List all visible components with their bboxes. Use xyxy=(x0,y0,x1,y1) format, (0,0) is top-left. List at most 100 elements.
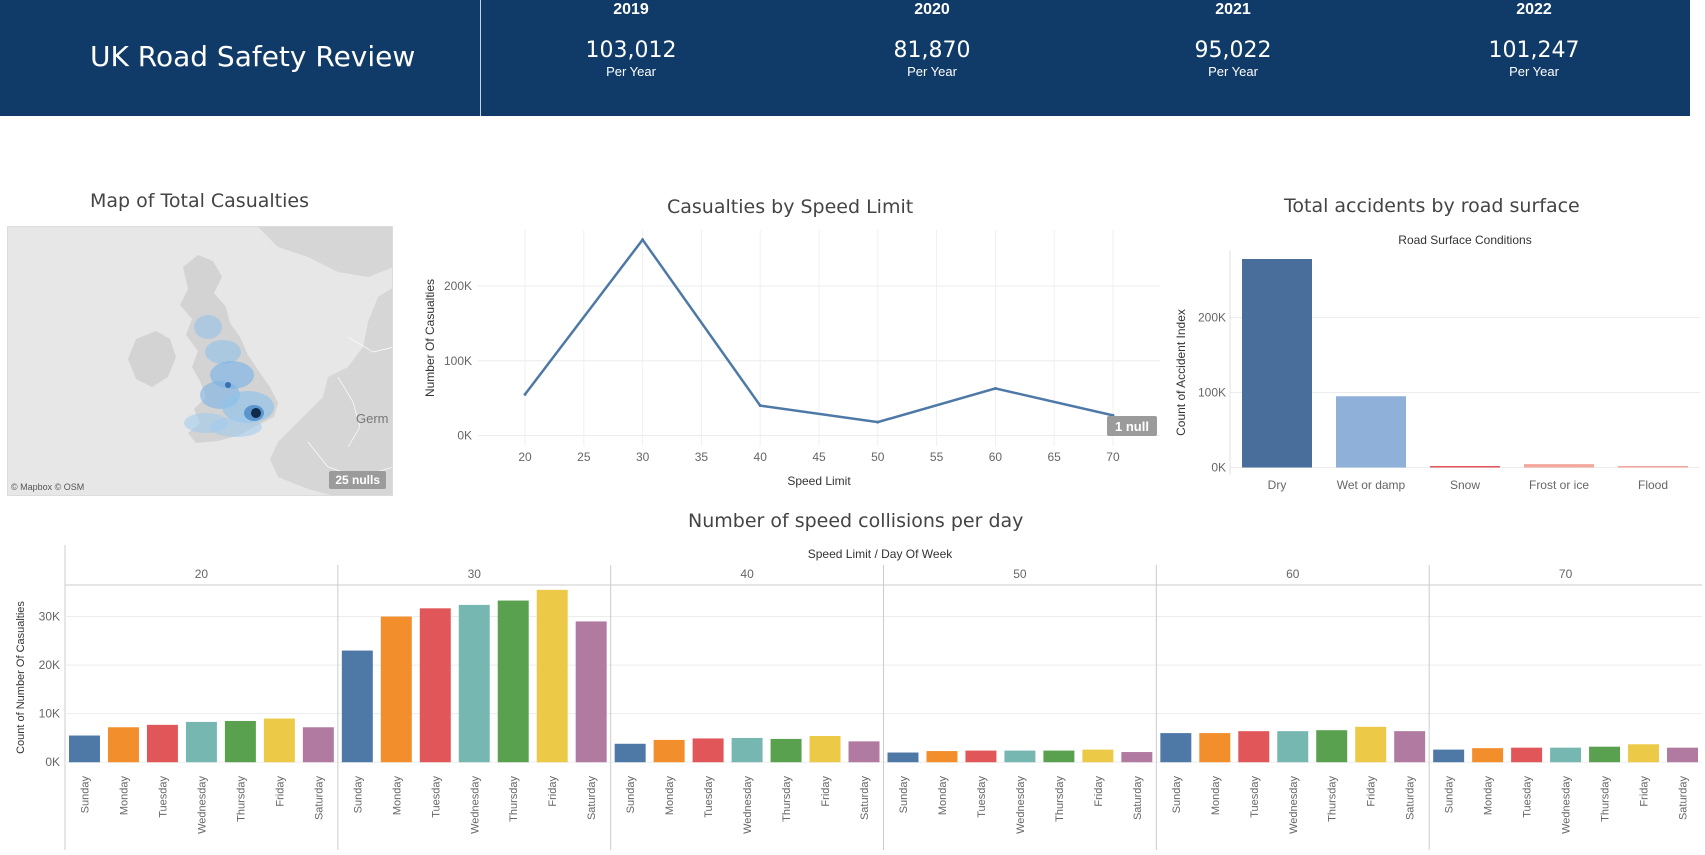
day-x-tick-label: Monday xyxy=(1210,776,1222,816)
day-x-tick-label: Saturday xyxy=(1132,776,1144,821)
surface-bar-wet-or-damp xyxy=(1336,396,1406,468)
day-bar-60-saturday xyxy=(1394,731,1426,763)
day-x-tick-label: Thursday xyxy=(1327,776,1339,822)
day-bar-20-tuesday xyxy=(146,724,178,763)
day-x-tick-label: Sunday xyxy=(625,776,637,814)
day-bar-30-saturday xyxy=(575,621,607,763)
day-x-tick-label: Saturday xyxy=(313,776,325,821)
day-x-tick-label: Friday xyxy=(820,776,832,807)
surface-y-tick-label: 100K xyxy=(1198,386,1226,400)
day-x-tick-label: Friday xyxy=(547,776,559,807)
line-point xyxy=(876,420,880,424)
day-bar-70-tuesday xyxy=(1511,747,1543,763)
day-bar-30-monday xyxy=(380,616,412,763)
surface-bar-dry xyxy=(1242,259,1312,468)
day-chart-header: Speed Limit / Day Of Week xyxy=(808,547,954,561)
day-y-tick-label: 0K xyxy=(45,755,60,769)
day-x-tick-label: Friday xyxy=(1639,776,1651,807)
line-x-tick-label: 50 xyxy=(871,450,885,464)
line-y-tick-label: 200K xyxy=(444,279,472,293)
line-x-axis-title: Speed Limit xyxy=(787,474,851,488)
day-x-tick-label: Sunday xyxy=(1444,776,1456,814)
day-bar-20-sunday xyxy=(69,735,100,763)
surface-chart-title: Total accidents by road surface xyxy=(1284,195,1580,217)
surface-x-tick-label: Snow xyxy=(1450,478,1480,492)
day-x-tick-label: Wednesday xyxy=(196,776,208,834)
day-bar-70-monday xyxy=(1472,748,1504,763)
day-bar-60-thursday xyxy=(1316,730,1348,763)
day-bar-50-tuesday xyxy=(965,750,997,763)
day-bar-20-wednesday xyxy=(185,721,217,763)
day-y-tick-label: 30K xyxy=(39,610,60,624)
surface-y-tick-label: 200K xyxy=(1198,311,1226,325)
line-x-tick-label: 60 xyxy=(989,450,1003,464)
day-bar-50-friday xyxy=(1082,749,1114,763)
surface-x-tick-label: Frost or ice xyxy=(1529,478,1589,492)
day-y-axis-title: Count of Number Of Casualties xyxy=(15,601,27,754)
line-y-tick-label: 0K xyxy=(457,429,472,443)
day-x-tick-label: Saturday xyxy=(859,776,871,821)
line-y-tick-label: 100K xyxy=(444,354,472,368)
day-x-tick-label: Monday xyxy=(664,776,676,816)
line-chart: 0K100K200K20 25 30 35 40 45 50 55 60 65 70Speed Li… xyxy=(15,230,1702,850)
day-x-tick-label: Tuesday xyxy=(1249,776,1261,818)
day-x-tick-label: Wednesday xyxy=(1288,776,1300,834)
day-x-tick-label: Thursday xyxy=(508,776,520,822)
day-x-tick-label: Monday xyxy=(1483,776,1495,816)
day-bar-50-wednesday xyxy=(1004,750,1036,763)
day-bar-20-saturday xyxy=(302,727,334,763)
day-x-tick-label: Sunday xyxy=(352,776,364,814)
day-bar-40-friday xyxy=(809,736,841,763)
surface-y-tick-label: 0K xyxy=(1211,461,1226,475)
day-x-tick-label: Wednesday xyxy=(742,776,754,834)
day-bar-60-tuesday xyxy=(1238,731,1270,763)
day-bar-60-sunday xyxy=(1160,733,1192,763)
day-x-tick-label: Thursday xyxy=(781,776,793,822)
day-bar-40-wednesday xyxy=(731,737,763,763)
day-x-tick-label: Thursday xyxy=(235,776,247,822)
day-x-tick-label: Wednesday xyxy=(1015,776,1027,834)
day-panel-label-30: 30 xyxy=(468,567,482,581)
day-bar-70-thursday xyxy=(1589,746,1621,763)
day-panel-label-20: 20 xyxy=(195,567,209,581)
day-y-tick-label: 20K xyxy=(39,658,60,672)
day-x-tick-label: Saturday xyxy=(1678,776,1690,821)
day-bar-50-thursday xyxy=(1043,750,1075,763)
day-bar-60-monday xyxy=(1199,733,1231,763)
day-x-tick-label: Tuesday xyxy=(1522,776,1534,818)
line-point xyxy=(641,238,645,242)
day-chart-title: Number of speed collisions per day xyxy=(688,510,1024,532)
line-x-tick-label: 70 xyxy=(1106,450,1120,464)
day-x-tick-label: Wednesday xyxy=(1561,776,1573,834)
day-bar-70-friday xyxy=(1628,744,1660,763)
surface-bar-snow xyxy=(1430,466,1500,468)
day-bar-40-saturday xyxy=(848,741,880,763)
day-bar-30-tuesday xyxy=(419,608,451,763)
line-x-tick-label: 35 xyxy=(695,450,709,464)
line-x-tick-label: 40 xyxy=(754,450,768,464)
day-x-tick-label: Saturday xyxy=(586,776,598,821)
day-bar-40-sunday xyxy=(614,743,646,763)
surface-x-tick-label: Wet or damp xyxy=(1337,478,1406,492)
day-x-tick-label: Wednesday xyxy=(469,776,481,834)
day-x-tick-label: Sunday xyxy=(898,776,910,814)
day-bar-20-friday xyxy=(263,718,295,763)
line-x-tick-label: 20 xyxy=(518,450,532,464)
day-x-tick-label: Monday xyxy=(118,776,130,816)
surface-bar-flood xyxy=(1618,466,1688,468)
day-x-tick-label: Friday xyxy=(274,776,286,807)
line-point xyxy=(993,386,997,390)
line-null-badge: 1 null xyxy=(1115,419,1149,434)
day-bar-50-saturday xyxy=(1121,752,1153,763)
day-y-tick-label: 10K xyxy=(39,707,60,721)
day-bar-20-thursday xyxy=(224,720,256,763)
day-x-tick-label: Tuesday xyxy=(703,776,715,818)
day-x-tick-label: Thursday xyxy=(1600,776,1612,822)
line-x-tick-label: 65 xyxy=(1047,450,1061,464)
day-bar-40-tuesday xyxy=(692,738,724,763)
day-bar-40-monday xyxy=(653,739,685,763)
day-bar-40-thursday xyxy=(770,738,802,763)
day-bar-60-friday xyxy=(1355,726,1387,763)
line-x-tick-label: 25 xyxy=(577,450,591,464)
day-bar-70-saturday xyxy=(1667,747,1698,763)
